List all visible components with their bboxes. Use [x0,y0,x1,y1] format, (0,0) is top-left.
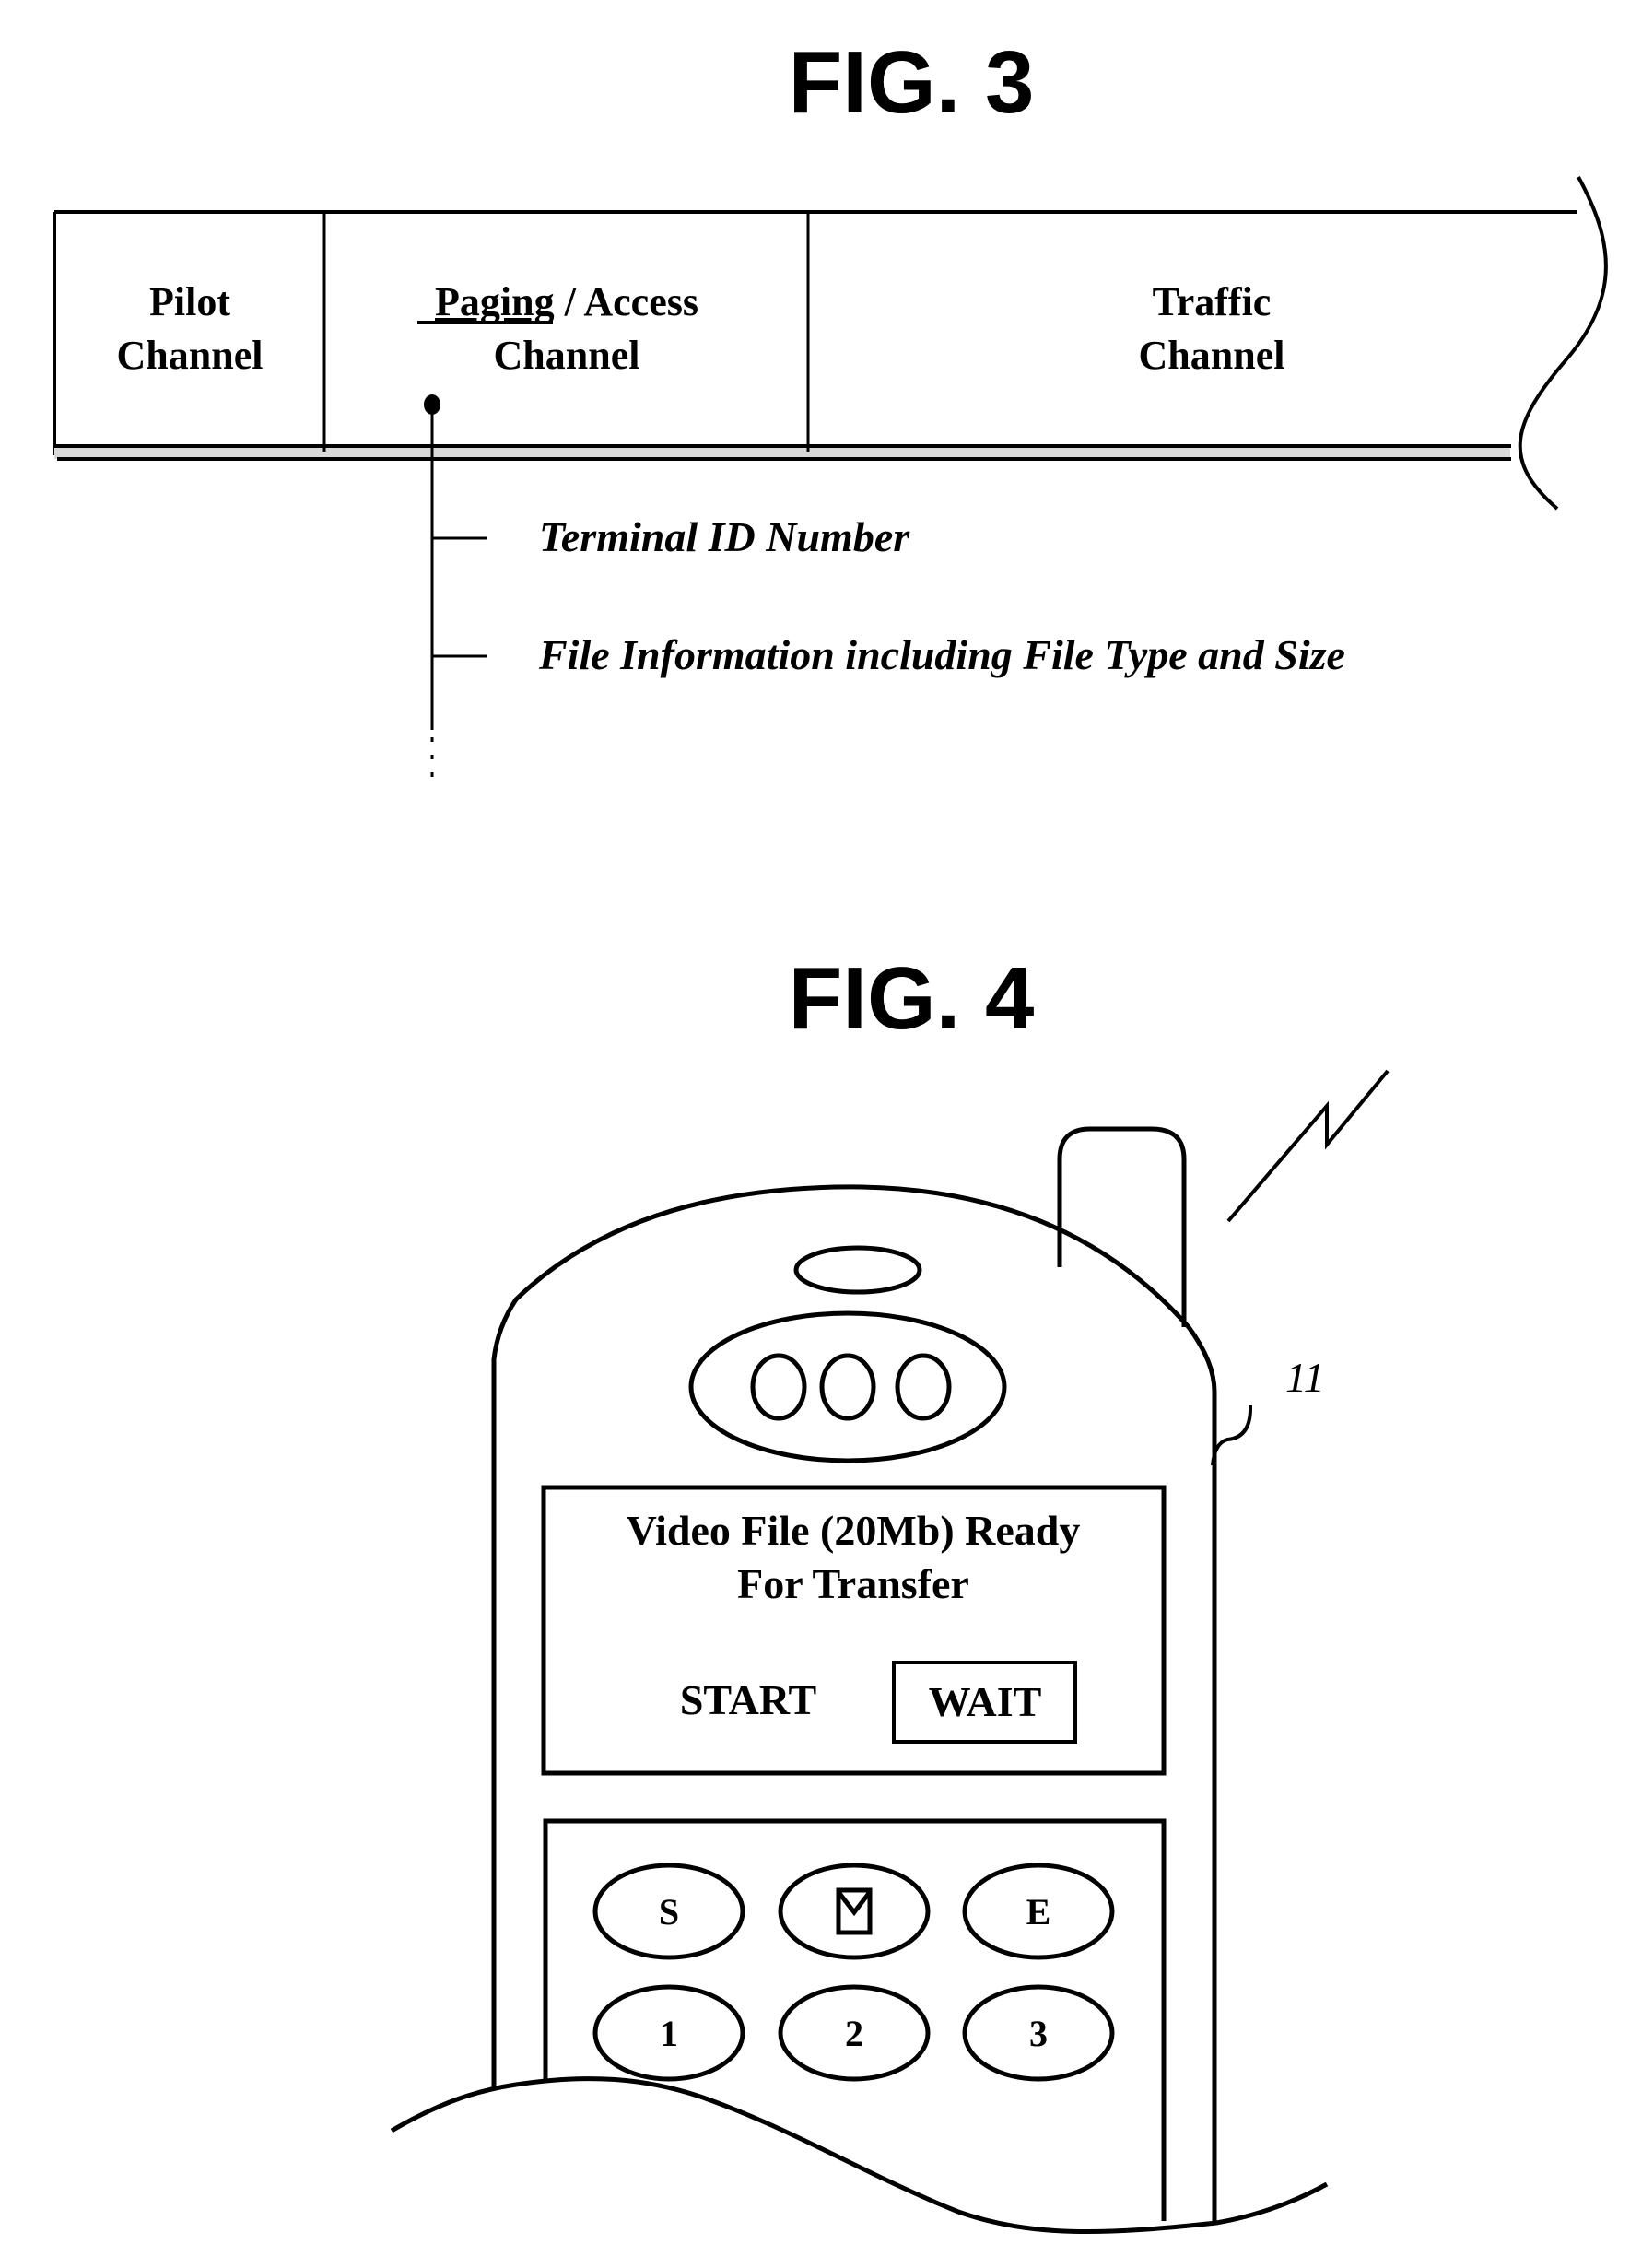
phone-body-outline [491,1184,1217,2228]
cell-traffic-channel: Traffic Channel [1139,279,1285,378]
speaker-grille [688,1310,1007,1463]
key-3-label: 3 [1029,2013,1048,2054]
access-rest: / Access [555,279,698,324]
fig4-title: FIG. 4 [789,949,1035,1048]
fig3-title: FIG. 3 [789,33,1035,132]
key-send[interactable]: S [592,1863,745,1960]
patent-figures-canvas: FIG. 3 Pilot Channel Paging / Access Cha… [53,33,1608,2268]
frame-bottom-shadow [54,446,1510,459]
traffic-label-line2: Channel [1139,333,1285,378]
key-2[interactable]: 2 [778,1984,931,2082]
paging-underlined: Paging [435,279,555,324]
channel-frame-diagram: Pilot Channel Paging / Access Channel Tr… [53,176,1608,511]
cell-paging-access-channel: Paging / Access Channel [417,279,698,378]
pilot-label-line2: Channel [117,333,264,378]
display-message-line2: For Transfer [737,1560,969,1607]
display-message-line1: Video File (20Mb) Ready [627,1507,1081,1554]
key-end[interactable]: E [962,1863,1115,1960]
traffic-label-line1: Traffic [1153,279,1272,324]
reference-numeral-11: 11 [1285,1354,1325,1401]
antenna-icon [1057,1126,1187,1327]
key-end-label: E [1026,1891,1051,1933]
mobile-terminal-illustration: 11 Video File (20Mb) Ready For Transfer … [390,1069,1390,2268]
speaker-hole-1 [750,1353,807,1421]
reference-leader-line [1211,1404,1253,1466]
key-1[interactable]: 1 [592,1984,745,2082]
key-message[interactable] [778,1863,931,1960]
wait-option-label: WAIT [929,1678,1042,1725]
speaker-hole-2 [819,1353,876,1421]
field-file-information: File Information including File Type and… [538,631,1345,678]
cutaway-mask [392,2078,1327,2268]
cell-pilot-channel: Pilot Channel [117,279,264,378]
mail-icon [836,1887,873,1935]
pilot-label-line1: Pilot [149,279,230,324]
wait-option-selected[interactable]: WAIT [892,1661,1077,1744]
key-send-label: S [659,1891,679,1933]
key-2-label: 2 [845,2013,863,2054]
signal-lightning-icon [1226,1069,1390,1223]
key-3[interactable]: 3 [962,1984,1115,2082]
earpiece-icon [793,1245,922,1295]
torn-edge-break [1518,176,1608,511]
field-terminal-id: Terminal ID Number [539,513,910,560]
phone-display: Video File (20Mb) Ready For Transfer STA… [541,1485,1167,1776]
paging-label-line1: Paging / Access [435,279,698,324]
paging-label-line2: Channel [494,333,640,378]
key-1-label: 1 [660,2013,678,2054]
speaker-hole-3 [895,1353,952,1421]
start-option[interactable]: START [680,1676,816,1723]
